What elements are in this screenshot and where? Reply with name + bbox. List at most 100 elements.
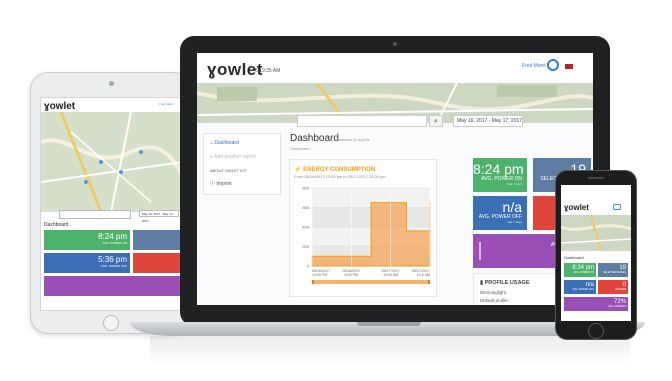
laptop-notch bbox=[357, 322, 421, 326]
breadcrumb[interactable]: Dashboard bbox=[290, 146, 310, 151]
energy-chart-card: ⚡ ENERGY CONSUMPTION From 05/16/2017 12:… bbox=[289, 159, 437, 297]
sidebar-item-label: Imprint bbox=[216, 181, 232, 187]
profile-usage-title: ▮ PROFILE USAGE bbox=[480, 280, 530, 286]
tile-value: 8:24 pm bbox=[473, 161, 524, 177]
menu-toggle-icon[interactable] bbox=[613, 204, 621, 210]
iphone-tile-broken[interactable]: 0 BROKEN bbox=[598, 280, 628, 294]
range-handle-left bbox=[312, 280, 314, 284]
iphone-tile-power-off[interactable]: n/a AVG. POWER OFF bbox=[564, 280, 596, 294]
page-subtitle: statistics & reports bbox=[337, 137, 370, 142]
tile-value: n/a bbox=[502, 199, 522, 215]
iphone-tile-power-on[interactable]: 8:24 pm AVG. POWER ON bbox=[564, 263, 596, 277]
iphone-dashboard-title: Dashboard bbox=[564, 255, 584, 260]
tile-note: last 7 days bbox=[507, 182, 522, 186]
tile-avg-power-off[interactable]: n/a AVG. POWER OFF last 7 days bbox=[473, 196, 527, 230]
home-icon: ⌂ bbox=[210, 140, 214, 146]
x-tick-label: 12:00 AM bbox=[383, 273, 398, 277]
iphone-map[interactable] bbox=[561, 215, 631, 251]
search-button[interactable]: ⌕ bbox=[429, 115, 443, 127]
iphone-tile-nodes[interactable]: 19 SELECTED NODES bbox=[598, 263, 628, 277]
date-range-input[interactable]: May 16, 2017 - May 17, 2017 bbox=[453, 115, 523, 127]
x-tick-label: 12:00 PM bbox=[312, 273, 327, 277]
tile-value: 8:24 pm bbox=[98, 232, 127, 241]
iphone-screen: ɣowlet Dashboard 8:24 pm AVG. POWER ON 1… bbox=[561, 185, 631, 321]
tile-label: BROKEN bbox=[615, 288, 626, 291]
iphone-logo[interactable]: ɣowlet bbox=[564, 203, 589, 212]
ipad-map[interactable] bbox=[41, 112, 183, 212]
y-tick-label: 200 bbox=[302, 244, 309, 249]
power-icon[interactable] bbox=[547, 59, 559, 71]
language-flag-icon[interactable] bbox=[565, 64, 573, 69]
x-tick-label: 5:16 AM bbox=[417, 273, 430, 277]
sidebar-item-add-report[interactable]: + Add another report bbox=[210, 154, 256, 160]
tile-value: n/a bbox=[585, 282, 594, 288]
info-icon: ⓘ bbox=[210, 181, 216, 187]
tile-value: 5:36 pm bbox=[98, 255, 127, 264]
tile-label: AVG. POWER OFF bbox=[572, 288, 594, 291]
range-navigator bbox=[312, 280, 430, 284]
sidebar-section-about: ABOUT OWLET IOT bbox=[210, 168, 247, 173]
sidebar-item-imprint[interactable]: ⓘ Imprint bbox=[210, 180, 232, 187]
laptop-camera bbox=[393, 42, 397, 46]
y-tick-label: 800 bbox=[302, 186, 309, 191]
iphone-tile-dimming[interactable]: 72% AVG. DIMMING bbox=[564, 297, 628, 311]
tile-avg-power-on[interactable]: 8:24 pm AVG. POWER ON last 7 days bbox=[473, 158, 527, 192]
energy-chart[interactable]: 020040060080005/16/201712:00 PM05/16/201… bbox=[290, 182, 438, 296]
lightning-icon: ⚡ bbox=[294, 167, 302, 173]
ipad-dashboard-title: Dashboard bbox=[44, 222, 69, 228]
y-tick-label: 600 bbox=[302, 205, 309, 210]
ipad-tile-power-off[interactable]: 5:36 pm AVG. POWER OFF bbox=[44, 253, 130, 273]
user-name-link[interactable]: Fred Mann bbox=[522, 63, 546, 69]
tile-value: 0 bbox=[622, 282, 626, 288]
tile-label: AVG. POWER ON bbox=[102, 241, 127, 245]
chart-title: ⚡ ENERGY CONSUMPTION bbox=[294, 167, 376, 173]
laptop-screen: ɣowlet 5:19:35 AM Fred Mann ⌕ May 16, 20… bbox=[197, 53, 593, 305]
y-tick-label: 0 bbox=[307, 264, 310, 269]
slider-icon bbox=[479, 242, 481, 260]
ipad-logo: ɣowlet bbox=[44, 101, 76, 112]
tile-note: last 7 days bbox=[507, 220, 522, 224]
ipad-tile-4[interactable] bbox=[133, 253, 180, 273]
search-input[interactable] bbox=[297, 115, 427, 127]
ipad-home-button bbox=[103, 315, 119, 331]
ipad-search-input[interactable] bbox=[59, 210, 131, 219]
y-tick-label: 400 bbox=[302, 225, 309, 230]
tile-label: AVG. DIMMING bbox=[608, 305, 626, 308]
ipad-tile-2[interactable] bbox=[133, 230, 180, 250]
ipad-tile-5[interactable] bbox=[44, 276, 180, 296]
iphone-home-button bbox=[588, 323, 604, 339]
chart-bars-icon: ▮ bbox=[480, 280, 484, 286]
laptop-reflection bbox=[150, 336, 630, 366]
search-icon: ⌕ bbox=[434, 118, 438, 125]
ipad-device: ɣowlet Fred Mann May 16, 2017 - May 17, … bbox=[30, 72, 192, 334]
ipad-camera bbox=[109, 81, 114, 86]
sidebar-item-dashboard[interactable]: ⌂ Dashboard bbox=[210, 140, 239, 146]
ipad-date-range[interactable]: May 16, 2017 - May 17, 2017 bbox=[139, 210, 179, 223]
tile-value: 19 bbox=[619, 265, 626, 271]
map-graphic bbox=[561, 215, 631, 251]
sidebar-item-label: Dashboard bbox=[214, 140, 239, 146]
range-handle-right bbox=[428, 280, 430, 284]
map-graphic bbox=[41, 112, 183, 212]
tile-label: AVG. POWER ON bbox=[573, 271, 594, 274]
ipad-screen: ɣowlet Fred Mann May 16, 2017 - May 17, … bbox=[40, 97, 184, 311]
tile-value: 8:24 pm bbox=[572, 265, 594, 271]
header-time: 5:19:35 AM bbox=[255, 68, 281, 74]
plus-icon: + bbox=[210, 154, 213, 160]
ipad-user-link[interactable]: Fred Mann bbox=[159, 102, 174, 106]
ipad-tile-power-on[interactable]: 8:24 pm AVG. POWER ON bbox=[44, 230, 130, 250]
app-header: ɣowlet 5:19:35 AM Fred Mann bbox=[197, 53, 593, 83]
tile-value: 72% bbox=[613, 299, 626, 305]
profile-item[interactable]: Default profile bbox=[480, 298, 508, 303]
iphone-device: ɣowlet Dashboard 8:24 pm AVG. POWER ON 1… bbox=[555, 170, 637, 340]
sidebar: ⌂ Dashboard + Add another report ABOUT O… bbox=[203, 133, 281, 195]
tile-label: SELECTED NODES bbox=[603, 271, 626, 274]
x-tick-label: 6:00 PM bbox=[345, 273, 358, 277]
iphone-speaker bbox=[588, 177, 604, 179]
sidebar-item-label: Add another report bbox=[214, 154, 256, 160]
profile-item[interactable]: Dimminglight bbox=[480, 290, 506, 295]
page-title: Dashboard bbox=[290, 133, 339, 144]
owl-logo-icon: ɣ bbox=[207, 60, 217, 79]
chart-subtitle: From 05/16/2017 12:00 pm to 05/17/2017 1… bbox=[294, 174, 386, 179]
laptop-device: ɣowlet 5:19:35 AM Fred Mann ⌕ May 16, 20… bbox=[180, 36, 610, 326]
